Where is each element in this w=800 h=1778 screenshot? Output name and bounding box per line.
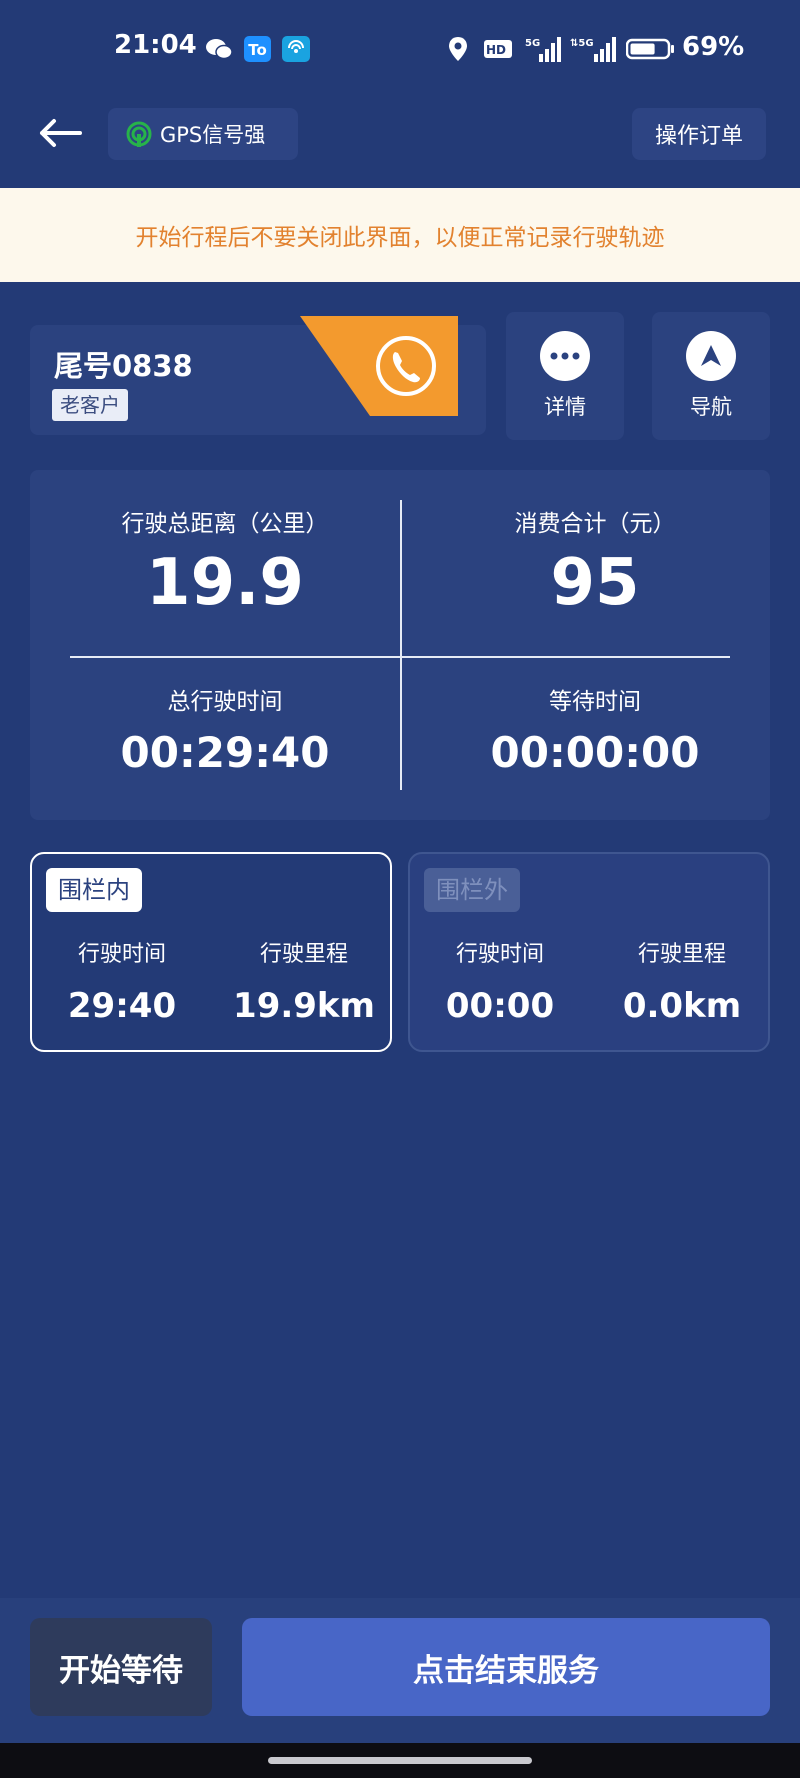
fence-outside-tag: 围栏外: [424, 868, 520, 912]
trip-stats-card: 行驶总距离（公里） 19.9 消费合计（元） 95 总行驶时间 00:29:40…: [30, 470, 770, 820]
wechat-icon: [206, 39, 233, 60]
distance-label: 行驶总距离（公里）: [121, 511, 329, 537]
notice-text: 开始行程后不要关闭此界面，以便正常记录行驶轨迹: [135, 225, 665, 251]
total-time-value: 00:29:40: [120, 728, 330, 777]
fence-inside-time-label: 行驶时间: [77, 942, 166, 967]
navigate-label: 导航: [690, 395, 732, 419]
call-button[interactable]: [300, 316, 460, 416]
fence-inside-mileage-label: 行驶里程: [259, 942, 348, 967]
end-service-button[interactable]: 点击结束服务: [242, 1618, 770, 1716]
details-label: 详情: [544, 395, 586, 419]
operate-order-button[interactable]: 操作订单: [632, 108, 766, 160]
start-wait-button[interactable]: 开始等待: [30, 1618, 212, 1716]
svg-text:⇅5G: ⇅5G: [570, 38, 594, 49]
more-icon: [540, 331, 590, 381]
home-indicator[interactable]: [268, 1757, 532, 1764]
fence-outside-card: 围栏外 行驶时间 行驶里程 00:00 0.0km: [408, 852, 770, 1052]
customer-tail-number: 尾号0838: [54, 349, 193, 383]
fence-outside-time-label: 行驶时间: [455, 942, 544, 967]
bottom-action-bar: 开始等待 点击结束服务: [0, 1598, 800, 1743]
signal-5g-icon: 5G: [525, 37, 561, 62]
distance-value: 19.9: [146, 546, 304, 620]
navigate-button[interactable]: 导航: [652, 312, 770, 440]
cost-value: 95: [550, 546, 640, 620]
back-button[interactable]: [30, 108, 90, 158]
signal-5g-2-icon: ⇅5G: [570, 37, 616, 62]
navigation-arrow-icon: [686, 331, 736, 381]
fence-inside-tag: 围栏内: [46, 868, 142, 912]
stats-divider-vertical: [400, 500, 402, 790]
fence-outside-mileage-value: 0.0km: [622, 986, 742, 1026]
battery-icon: [626, 38, 674, 60]
stats-divider-horizontal: [70, 656, 730, 658]
fence-outside-mileage-label: 行驶里程: [637, 942, 726, 967]
customer-badge: 老客户: [52, 389, 128, 421]
battery-percent: 69%: [682, 32, 745, 62]
fence-inside-mileage-value: 19.9km: [233, 986, 375, 1026]
cost-label: 消费合计（元）: [514, 511, 676, 537]
fence-inside-time-value: 29:40: [67, 986, 177, 1026]
gps-label: GPS信号强: [160, 123, 266, 147]
total-time-label: 总行驶时间: [167, 689, 283, 715]
notice-banner: 开始行程后不要关闭此界面，以便正常记录行驶轨迹: [0, 188, 800, 282]
app-t-icon: To: [244, 36, 271, 62]
gps-signal-icon: [126, 121, 152, 147]
fence-inside-card: 围栏内 行驶时间 行驶里程 29:40 19.9km: [30, 852, 392, 1052]
status-time: 21:04: [114, 30, 197, 60]
wait-time-label: 等待时间: [549, 689, 641, 715]
location-icon: [449, 37, 467, 61]
hd-icon: HD: [484, 40, 512, 58]
arrow-left-icon: [40, 119, 82, 147]
svg-text:5G: 5G: [525, 38, 540, 49]
gps-status: GPS信号强: [108, 108, 298, 160]
svg-text:To: To: [248, 41, 267, 59]
wait-time-value: 00:00:00: [490, 728, 700, 777]
fence-outside-time-value: 00:00: [445, 986, 555, 1026]
svg-text:HD: HD: [486, 43, 506, 57]
details-button[interactable]: 详情: [506, 312, 624, 440]
wifi-app-icon: [282, 36, 310, 62]
